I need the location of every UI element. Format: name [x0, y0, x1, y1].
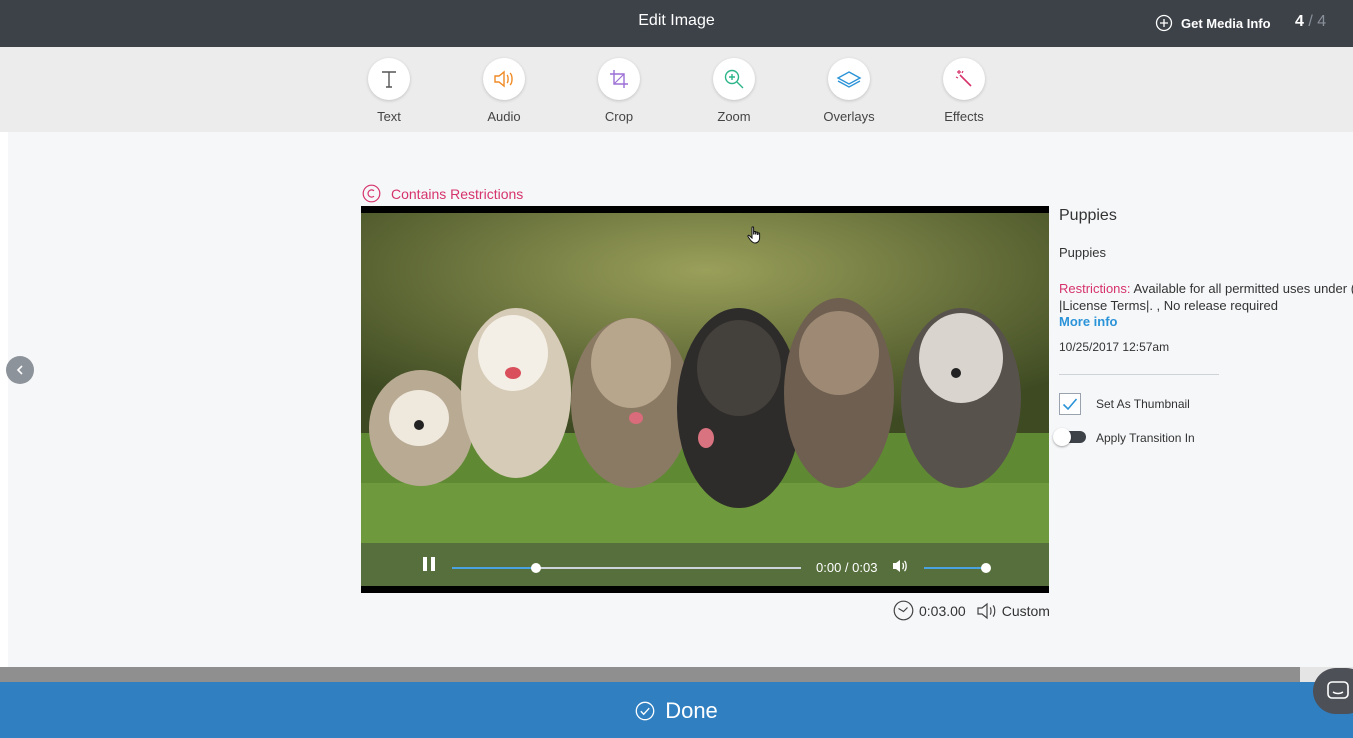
- media-caption: Puppies: [1059, 245, 1106, 260]
- chat-launcher-button[interactable]: [1313, 668, 1353, 714]
- edit-toolbar: Text Audio Crop Zoom Overlays Effects: [0, 47, 1353, 132]
- counter-separator: /: [1308, 13, 1313, 30]
- get-media-info-button[interactable]: Get Media Info: [1155, 14, 1271, 32]
- clip-duration: 0:03.00: [919, 602, 966, 619]
- top-bar: Edit Image Get Media Info 4 / 4: [0, 0, 1353, 47]
- puppies-illustration: [361, 213, 1049, 586]
- effects-tool-label: Effects: [944, 109, 984, 124]
- more-info-link[interactable]: More info: [1059, 314, 1118, 329]
- restriction-label: Contains Restrictions: [391, 185, 524, 202]
- text-tool-button[interactable]: Text: [349, 58, 429, 124]
- player-controls: 0:00 / 0:03: [361, 543, 1049, 586]
- speaker-icon: [977, 602, 996, 619]
- crop-icon: [610, 70, 628, 88]
- media-preview-image: [361, 213, 1049, 586]
- left-gutter: [0, 132, 8, 667]
- scrollbar-thumb[interactable]: [0, 667, 1300, 682]
- audio-tool-label: Audio: [487, 109, 521, 124]
- done-label: Done: [665, 698, 718, 723]
- crop-tool-label: Crop: [604, 109, 634, 124]
- previous-media-button[interactable]: [6, 356, 34, 384]
- crop-tool-button[interactable]: Crop: [579, 58, 659, 124]
- zoom-icon: [724, 69, 744, 89]
- clip-meta: 0:03.00 Custom: [893, 600, 1050, 621]
- checkmark-icon: [1062, 398, 1078, 411]
- video-player[interactable]: 0:00 / 0:03: [361, 206, 1049, 593]
- horizontal-scrollbar[interactable]: [0, 667, 1353, 682]
- page-title: Edit Image: [638, 12, 715, 29]
- plus-circle-icon: [1155, 14, 1173, 32]
- restrictions-text: Restrictions: Available for all permitte…: [1059, 280, 1353, 314]
- thumbnail-checkbox[interactable]: [1059, 393, 1081, 415]
- counter-current: 4: [1295, 13, 1304, 30]
- chevron-left-icon: [16, 365, 23, 375]
- copyright-icon: [362, 184, 381, 203]
- audio-icon: [494, 70, 513, 88]
- volume-icon[interactable]: [892, 558, 908, 574]
- check-circle-icon: [635, 701, 655, 721]
- counter-total: 4: [1317, 13, 1327, 30]
- volume-handle[interactable]: [981, 563, 991, 573]
- clock-icon: [893, 600, 914, 621]
- media-date: 10/25/2017 12:57am: [1059, 340, 1170, 354]
- volume-slider[interactable]: [924, 563, 991, 573]
- thumbnail-label: Set As Thumbnail: [1096, 397, 1190, 411]
- done-button[interactable]: Done: [0, 682, 1353, 738]
- media-counter: 4 / 4: [1295, 13, 1326, 31]
- overlays-icon: [836, 71, 862, 88]
- overlays-tool-button[interactable]: Overlays: [809, 58, 889, 124]
- media-title: Puppies: [1059, 207, 1117, 224]
- restriction-notice[interactable]: Contains Restrictions: [362, 184, 523, 203]
- pause-icon[interactable]: [421, 556, 437, 572]
- restrictions-line2: |License Terms|. , No release required: [1059, 298, 1278, 313]
- overlays-tool-label: Overlays: [823, 109, 875, 124]
- hand-cursor-icon: [747, 226, 761, 244]
- restrictions-label: Restrictions:: [1059, 281, 1131, 296]
- restrictions-line1: Available for all permitted uses under (: [1133, 281, 1353, 296]
- chat-icon: [1327, 681, 1349, 699]
- effects-tool-button[interactable]: Effects: [924, 58, 1004, 124]
- effects-icon: [955, 70, 972, 87]
- zoom-tool-button[interactable]: Zoom: [694, 58, 774, 124]
- seek-bar[interactable]: [452, 563, 801, 573]
- time-display: 0:00 / 0:03: [816, 560, 878, 575]
- zoom-tool-label: Zoom: [717, 109, 751, 124]
- volume-level: [924, 567, 986, 569]
- get-media-info-label: Get Media Info: [1181, 15, 1271, 31]
- audio-tool-button[interactable]: Audio: [464, 58, 544, 124]
- seek-handle[interactable]: [530, 563, 541, 573]
- info-divider: [1059, 374, 1219, 375]
- text-icon: [382, 71, 396, 88]
- seek-progress: [452, 567, 536, 569]
- transition-toggle[interactable]: [1053, 428, 1086, 446]
- audio-setting: Custom: [1001, 602, 1050, 619]
- transition-label: Apply Transition In: [1096, 431, 1195, 445]
- toggle-knob: [1053, 428, 1071, 446]
- text-tool-label: Text: [377, 109, 401, 124]
